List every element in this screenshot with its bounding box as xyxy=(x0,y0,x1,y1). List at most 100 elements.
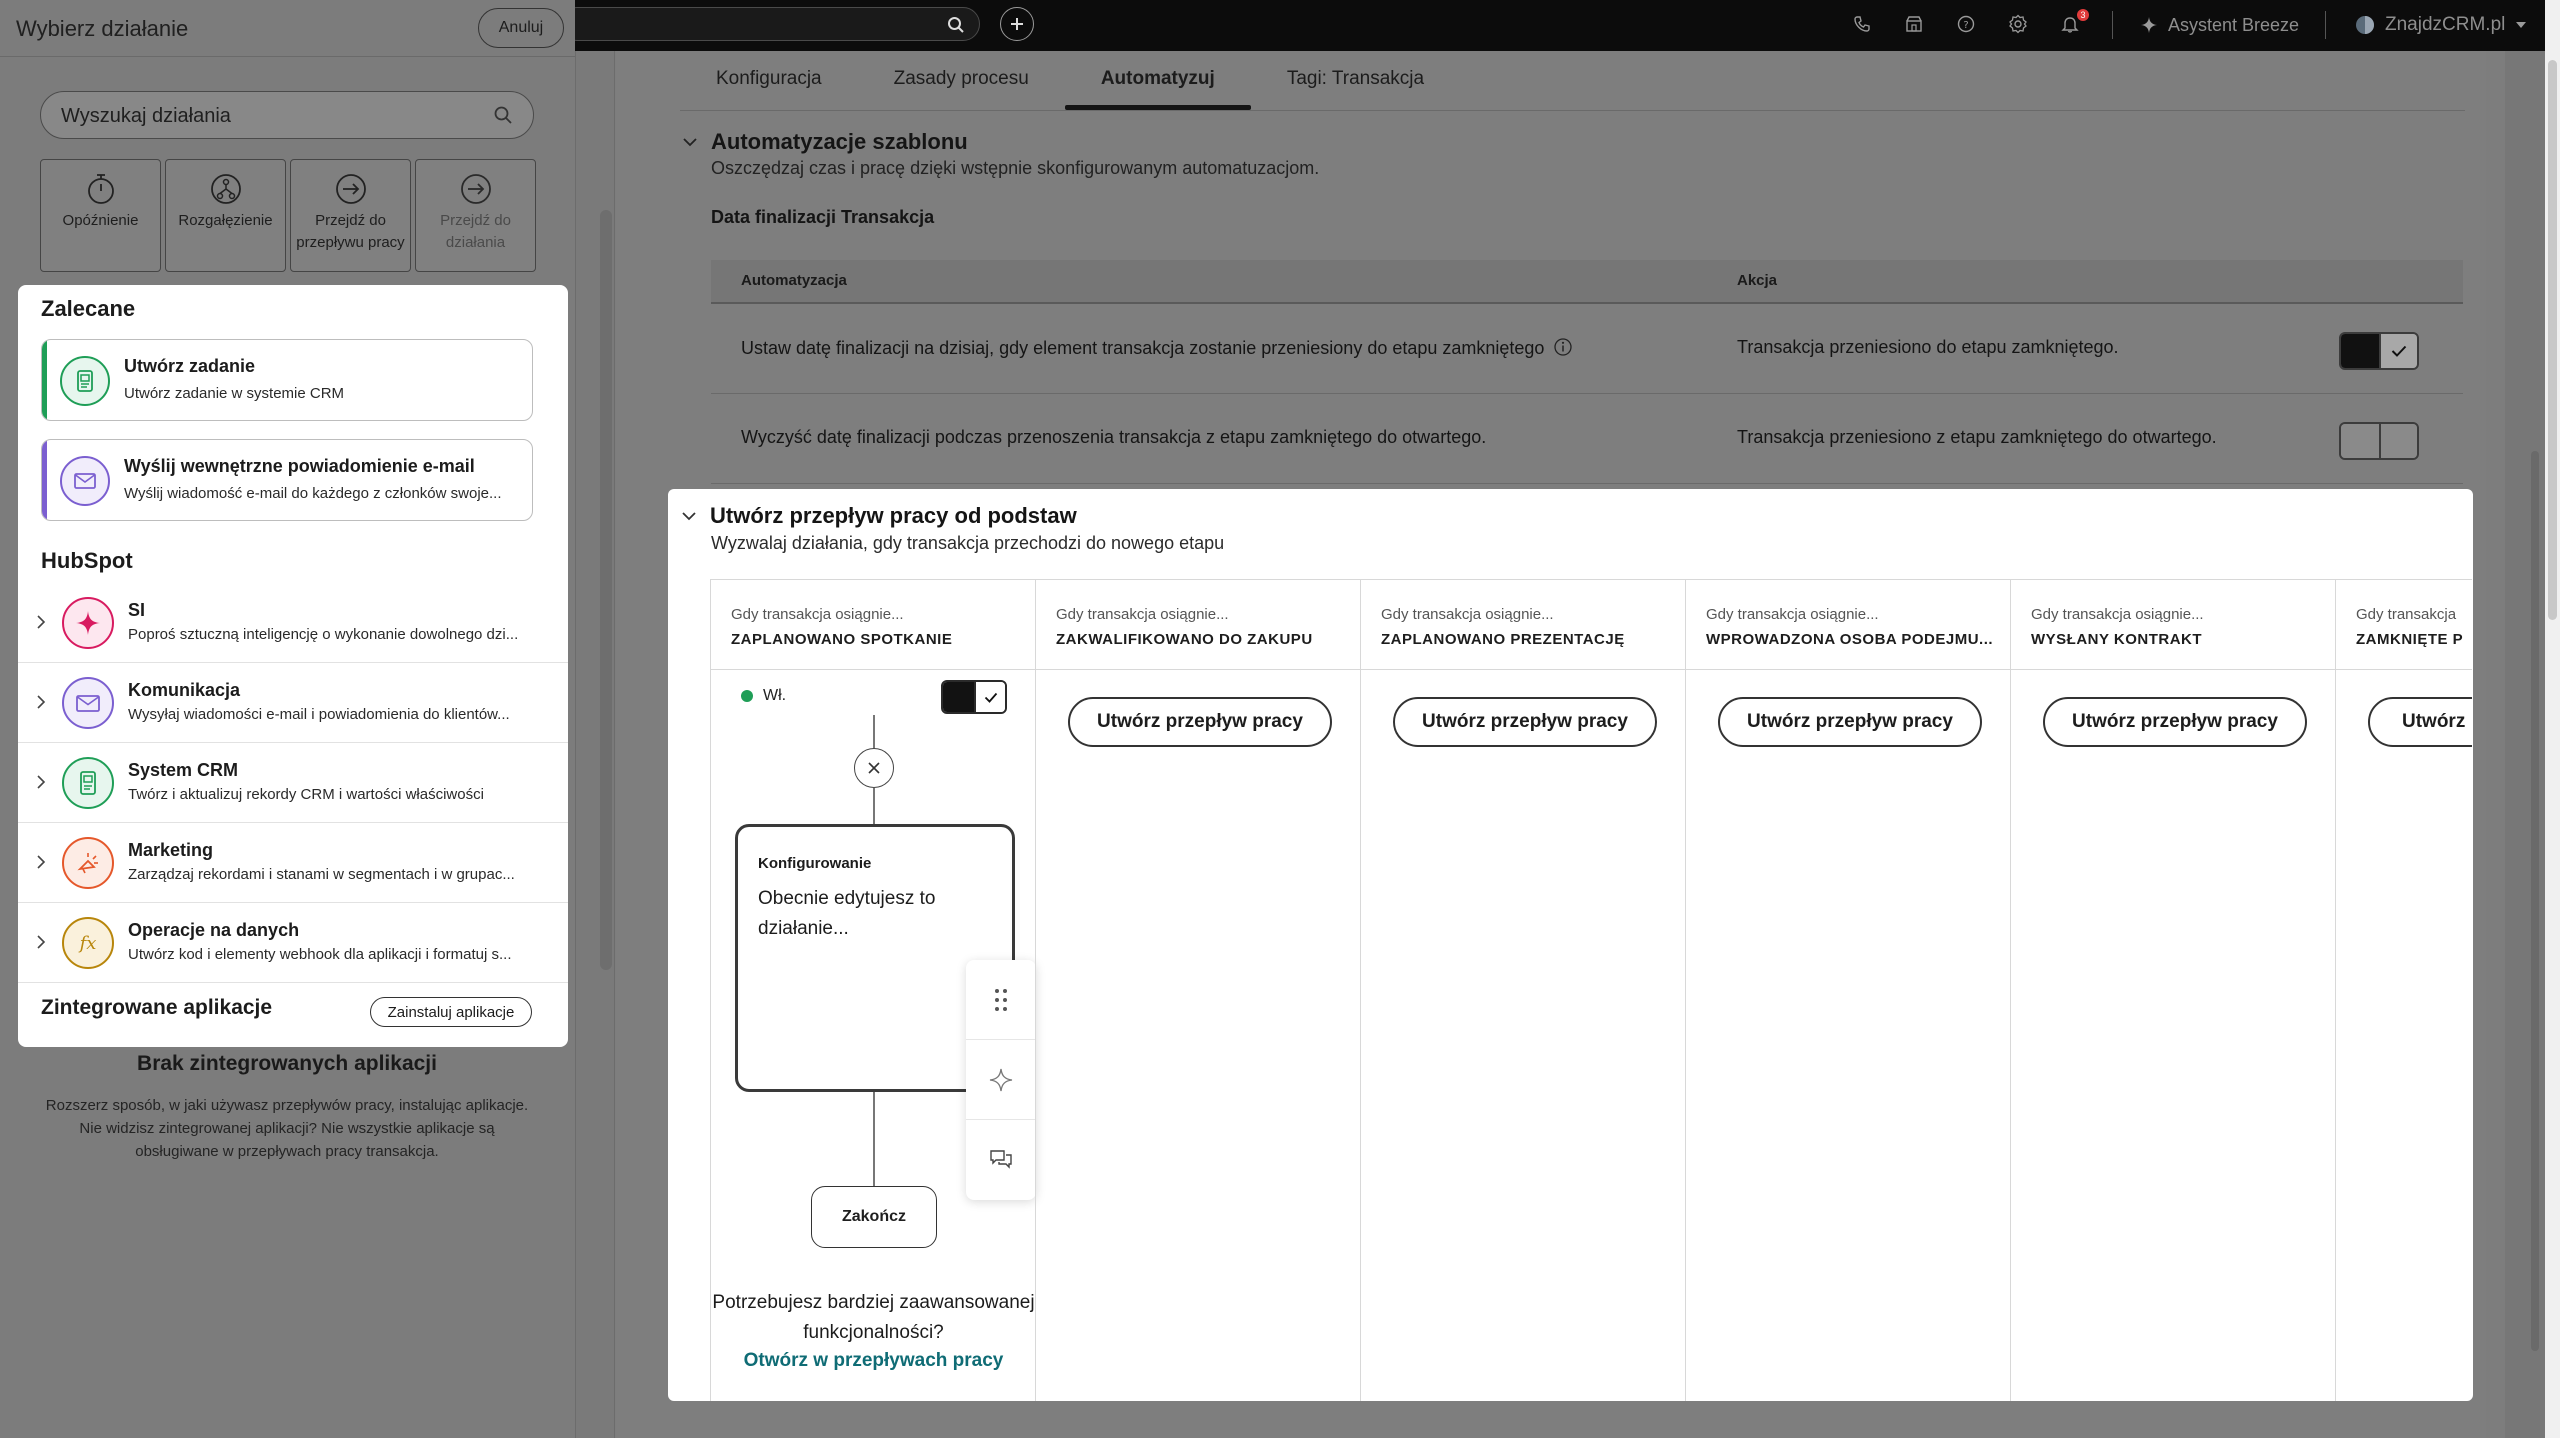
panel-title: Wybierz działanie xyxy=(16,16,189,41)
create-new-button[interactable] xyxy=(1000,7,1034,41)
automation-text: Ustaw datę finalizacji na dzisiaj, gdy e… xyxy=(741,337,1573,359)
stage-column: Gdy transakcja osiągnie... ZAKWALIFIKOWA… xyxy=(1035,580,1360,1401)
divider xyxy=(2325,11,2326,39)
ai-assist-button[interactable] xyxy=(966,1040,1036,1120)
category-title: System CRM xyxy=(128,760,239,780)
category-communication[interactable]: Komunikacja Wysyłaj wiadomości e-mail i … xyxy=(18,663,568,743)
search-icon xyxy=(493,105,513,125)
category-marketing[interactable]: Marketing Zarządzaj rekordami i stanami … xyxy=(18,823,568,903)
utility-actions: Opóźnienie Rozgałęzienie Przejdź do prze… xyxy=(40,159,536,272)
check-icon xyxy=(2391,345,2407,357)
create-workflow-button[interactable]: Utwórz przepływ pracy xyxy=(1718,697,1982,747)
create-workflow-button[interactable]: Utwórz przepływ pracy xyxy=(2043,697,2307,747)
create-task-action[interactable]: Utwórz zadanie Utwórz zadanie w systemie… xyxy=(41,339,533,421)
account-menu[interactable]: ZnajdzCRM.pl xyxy=(2355,12,2527,38)
tab-konfiguracja[interactable]: Konfiguracja xyxy=(680,52,858,110)
tile-label: Opóźnienie xyxy=(62,212,139,229)
stage-trigger-label: Gdy transakcja osiągnie... xyxy=(1056,606,1229,623)
caret-down-icon xyxy=(2516,22,2527,28)
info-icon[interactable] xyxy=(1553,337,1573,357)
create-workflow-button[interactable]: Utwórz xyxy=(2368,697,2472,747)
action-search-field[interactable] xyxy=(40,91,534,139)
panel-header: Wybierz działanie Anuluj xyxy=(0,0,575,57)
delay-action-tile[interactable]: Opóźnienie xyxy=(40,159,161,272)
category-description: Twórz i aktualizuj rekordy CRM i wartośc… xyxy=(128,786,484,803)
action-search-input[interactable] xyxy=(61,102,481,130)
stage-name: ZAPLANOWANO SPOTKANIE xyxy=(731,631,953,648)
open-in-workflows-link[interactable]: Otwórz w przepływach pracy xyxy=(711,1350,1036,1372)
create-workflow-button[interactable]: Utwórz przepływ pracy xyxy=(1068,697,1332,747)
scrollbar-thumb[interactable] xyxy=(2531,451,2539,1351)
stage-name: ZAMKNIĘTE P xyxy=(2356,631,2464,648)
stage-name: WYSŁANY KONTRAKT xyxy=(2031,631,2203,648)
end-node[interactable]: Zakończ xyxy=(811,1186,937,1248)
category-description: Utwórz kod i elementy webhook dla aplika… xyxy=(128,946,512,963)
ai-sparkle-icon xyxy=(62,597,114,649)
template-automations-header[interactable]: Automatyzacje szablonu xyxy=(683,129,968,155)
action-description: Wyślij wiadomość e-mail do każdego z czł… xyxy=(124,485,502,502)
page-scrollbar[interactable] xyxy=(2545,0,2560,1438)
tab-automatyzuj[interactable]: Automatyzuj xyxy=(1064,52,1251,110)
function-fx-icon: fx xyxy=(62,917,114,969)
tab-tagi[interactable]: Tagi: Transakcja xyxy=(1251,52,1460,110)
panel-scrollbar[interactable] xyxy=(600,210,612,970)
settings-gear-icon[interactable] xyxy=(2006,12,2030,36)
category-title: Komunikacja xyxy=(128,680,241,700)
branch-icon xyxy=(210,174,241,204)
automation-toggle[interactable] xyxy=(2339,422,2419,460)
automation-text: Wyczyść datę finalizacji podczas przenos… xyxy=(741,427,1487,447)
chevron-right-icon xyxy=(37,695,46,709)
stage-name: WPROWADZONA OSOBA PODEJMU... xyxy=(1706,631,1994,648)
drag-handle[interactable] xyxy=(966,960,1036,1040)
recommended-heading: Zalecane xyxy=(41,296,136,321)
tab-zasady-procesu[interactable]: Zasady procesu xyxy=(858,52,1065,110)
comments-button[interactable] xyxy=(966,1120,1036,1200)
stage-name: ZAPLANOWANO PREZENTACJĘ xyxy=(1381,631,1625,648)
chat-bubbles-icon xyxy=(990,1150,1012,1169)
stage-trigger-label: Gdy transakcja osiągnie... xyxy=(731,606,904,623)
go-to-workflow-tile[interactable]: Przejdź do przepływu pracy xyxy=(290,159,411,272)
settings-tabs: Konfiguracja Zasady procesu Automatyzuj … xyxy=(680,52,1460,112)
branch-action-tile[interactable]: Rozgałęzienie xyxy=(165,159,286,272)
no-apps-text: Rozszerz sposób, w jaki używasz przepływ… xyxy=(45,1097,529,1160)
global-search-input[interactable] xyxy=(560,7,980,41)
accent-bar xyxy=(42,340,47,420)
svg-text:fx: fx xyxy=(78,933,97,954)
integrated-apps-heading: Zintegrowane aplikacje xyxy=(41,996,273,1019)
action-title: Utwórz zadanie xyxy=(124,356,256,376)
drag-dots-icon xyxy=(995,988,1007,1011)
remove-action-button[interactable] xyxy=(854,748,894,788)
template-group-title: Data finalizacji Transakcja xyxy=(711,207,935,227)
advanced-prompt-text: Potrzebujesz bardziej zaawansowanej funk… xyxy=(712,1292,1035,1343)
check-icon xyxy=(984,692,997,703)
stage-name: ZAKWALIFIKOWANO DO ZAKUPU xyxy=(1056,631,1313,648)
workflow-builder-card: Utwórz przepływ pracy od podstaw Wyzwala… xyxy=(668,489,2473,1401)
category-data-ops[interactable]: fx Operacje na danych Utwórz kod i eleme… xyxy=(18,903,568,983)
section-subtitle: Oszczędzaj czas i pracę dzięki wstępnie … xyxy=(711,158,1320,178)
install-apps-button[interactable]: Zainstaluj aplikacje xyxy=(370,997,532,1027)
content-scrollbar[interactable] xyxy=(2505,51,2545,1438)
stage-column: Gdy transakcja osiągnie... WPROWADZONA O… xyxy=(1685,580,2010,1401)
send-internal-email-action[interactable]: Wyślij wewnętrzne powiadomienie e-mail W… xyxy=(41,439,533,521)
crm-record-icon xyxy=(62,757,114,809)
help-icon[interactable]: ? xyxy=(1954,12,1978,36)
workflow-section-header[interactable]: Utwórz przepływ pracy od podstaw xyxy=(682,503,1077,529)
category-ai[interactable]: SI Poproś sztuczną inteligencję o wykona… xyxy=(18,583,568,663)
create-workflow-button[interactable]: Utwórz przepływ pracy xyxy=(1393,697,1657,747)
table-row: Wyczyść datę finalizacji podczas przenos… xyxy=(711,394,2463,484)
phone-icon[interactable] xyxy=(1850,12,1874,36)
marketplace-icon[interactable] xyxy=(1902,12,1926,36)
category-crm[interactable]: System CRM Twórz i aktualizuj rekordy CR… xyxy=(18,743,568,823)
workflow-toggle[interactable] xyxy=(941,680,1007,714)
arrow-circle-icon xyxy=(460,174,491,204)
category-title: SI xyxy=(128,600,146,620)
table-header: Automatyzacja Akcja xyxy=(711,260,2463,304)
breeze-assistant-button[interactable]: Asystent Breeze xyxy=(2140,12,2299,38)
scrollbar-thumb[interactable] xyxy=(2548,60,2557,620)
notification-count-badge: 3 xyxy=(2077,9,2089,21)
cancel-button[interactable]: Anuluj xyxy=(478,8,564,48)
megaphone-icon xyxy=(62,837,114,889)
arrow-circle-icon xyxy=(335,174,366,204)
tile-label: Przejdź do przepływu pracy xyxy=(296,212,405,251)
automation-toggle[interactable] xyxy=(2339,332,2419,370)
